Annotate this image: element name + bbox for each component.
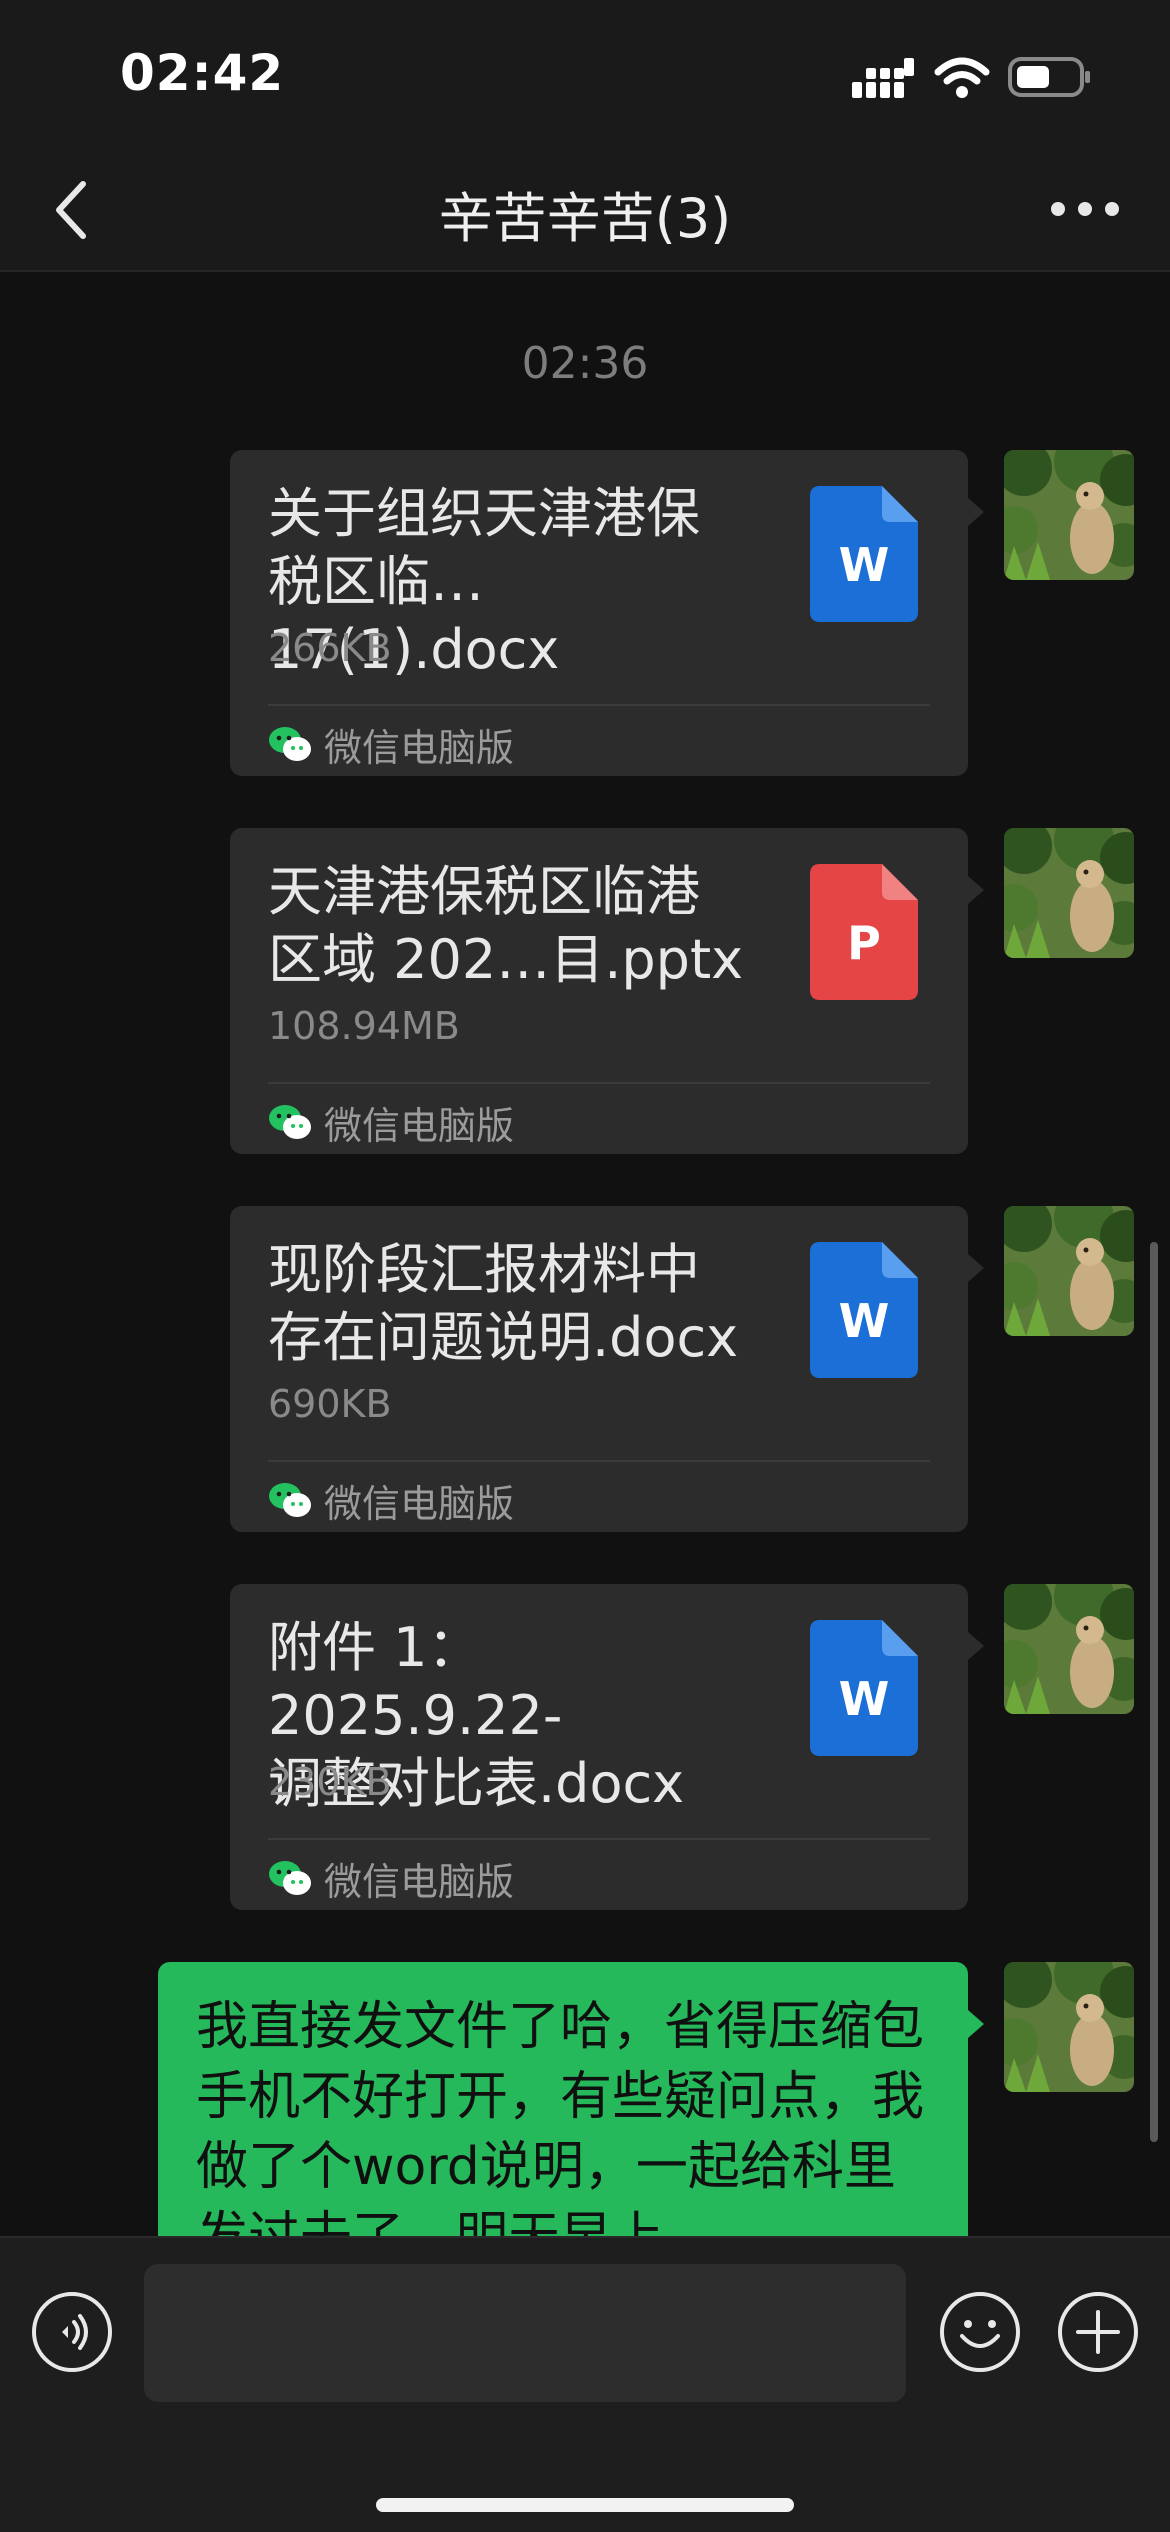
divider — [268, 1460, 930, 1462]
file-source: 微信电脑版 — [268, 1092, 514, 1152]
more-button[interactable] — [1040, 174, 1130, 244]
powerpoint-file-icon: P — [810, 864, 918, 1000]
avatar[interactable] — [1004, 1206, 1134, 1336]
input-bar — [0, 2236, 1170, 2532]
scrollbar[interactable] — [1150, 1242, 1158, 2142]
file-message[interactable]: 天津港保税区临港 区域 202…目.pptx 108.94MB P 微信电脑版 — [230, 828, 968, 1154]
file-name: 现阶段汇报材料中 存在问题说明.docx — [268, 1238, 739, 1369]
chat-title: 辛苦辛苦(3) — [438, 187, 732, 250]
avatar[interactable] — [1004, 828, 1134, 958]
file-type-letter: W — [838, 538, 890, 592]
signal-icon — [852, 58, 914, 98]
file-size: 266KB — [268, 626, 392, 670]
wechat-icon — [269, 1483, 311, 1517]
battery-icon — [1008, 57, 1090, 97]
file-type-letter: P — [847, 916, 881, 970]
file-name: 天津港保税区临港 区域 202…目.pptx — [268, 860, 744, 991]
voice-button[interactable] — [30, 2290, 114, 2374]
file-source: 微信电脑版 — [268, 714, 514, 774]
file-type-letter: W — [838, 1294, 890, 1348]
file-source-label: 微信电脑版 — [324, 1859, 515, 1904]
bubble-tail — [968, 1254, 984, 1282]
add-button[interactable] — [1056, 2290, 1140, 2374]
home-indicator[interactable] — [376, 2498, 794, 2512]
avatar[interactable] — [1004, 450, 1134, 580]
emoji-icon — [940, 2292, 1020, 2372]
wechat-icon — [269, 1105, 311, 1139]
word-file-icon: W — [810, 486, 918, 622]
bubble-tail — [968, 2010, 984, 2038]
file-source-label: 微信电脑版 — [324, 725, 515, 770]
message-timestamp: 02:36 — [521, 338, 649, 389]
file-message[interactable]: 附件 1：2025.9.22- 调整对比表.docx 230KB W 微信电脑版 — [230, 1584, 968, 1910]
file-message[interactable]: 现阶段汇报材料中 存在问题说明.docx 690KB W 微信电脑版 — [230, 1206, 968, 1532]
divider — [268, 704, 930, 706]
bubble-tail — [968, 1632, 984, 1660]
chat-header: 辛苦辛苦(3) — [0, 150, 1170, 272]
file-source-label: 微信电脑版 — [324, 1103, 515, 1148]
word-file-icon: W — [810, 1620, 918, 1756]
text-message-bubble[interactable]: 我直接发文件了哈，省得压缩包手机不好打开，有些疑问点，我做了个word说明，一起… — [158, 1962, 968, 2236]
avatar[interactable] — [1004, 1584, 1134, 1714]
word-file-icon: W — [810, 1242, 918, 1378]
emoji-button[interactable] — [938, 2290, 1022, 2374]
file-size: 230KB — [268, 1760, 392, 1804]
file-message[interactable]: 关于组织天津港保 税区临…17(1).docx 266KB W 微信电脑版 — [230, 450, 968, 776]
message-list[interactable]: 02:36 关于组织天津港保 税区临…17(1).docx 266KB W 微信… — [0, 272, 1170, 2236]
file-type-letter: W — [838, 1672, 890, 1726]
voice-icon — [32, 2292, 112, 2372]
more-dots-icon — [1051, 202, 1119, 216]
file-source: 微信电脑版 — [268, 1848, 514, 1908]
wechat-icon — [269, 727, 311, 761]
status-bar: 02:42 — [0, 0, 1170, 150]
wechat-icon — [269, 1861, 311, 1895]
divider — [268, 1838, 930, 1840]
file-size: 108.94MB — [268, 1004, 460, 1048]
bubble-tail — [968, 498, 984, 526]
message-input[interactable] — [144, 2264, 906, 2402]
bubble-tail — [968, 876, 984, 904]
chat-screen: 02:42 辛苦辛苦(3) 02:36 关于组织天津港保 税区临…17(1).d… — [0, 0, 1170, 2532]
divider — [268, 1082, 930, 1084]
avatar[interactable] — [1004, 1962, 1134, 2092]
status-time: 02:42 — [120, 44, 285, 102]
wifi-icon — [934, 57, 990, 98]
plus-circle-icon — [1058, 2292, 1138, 2372]
text-message: 我直接发文件了哈，省得压缩包手机不好打开，有些疑问点，我做了个word说明，一起… — [196, 1997, 925, 2236]
file-size: 690KB — [268, 1382, 392, 1426]
file-source-label: 微信电脑版 — [324, 1481, 515, 1526]
file-source: 微信电脑版 — [268, 1470, 514, 1530]
